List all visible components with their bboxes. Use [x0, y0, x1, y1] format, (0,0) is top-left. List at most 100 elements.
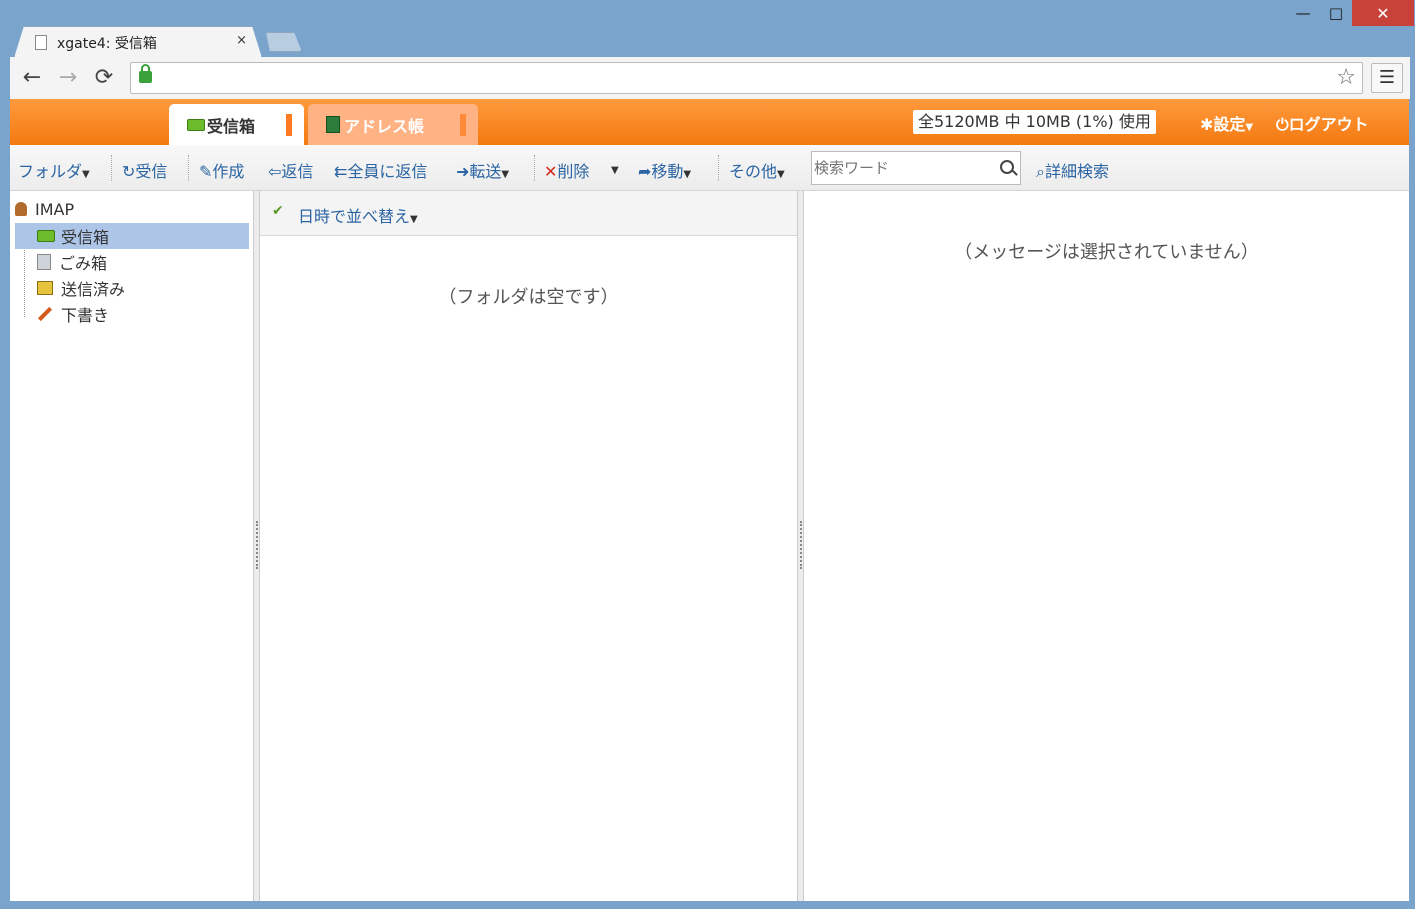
folder-item-sent[interactable]: 送信済み — [15, 275, 125, 301]
close-window-button[interactable]: ✕ — [1352, 0, 1414, 26]
folder-root[interactable]: IMAP — [15, 196, 74, 222]
divider — [534, 155, 535, 181]
tab-marker — [460, 114, 466, 136]
inbox-tray-icon — [37, 230, 55, 242]
settings-label: 設定 — [1213, 115, 1246, 134]
sort-bar: ✔ 日時で並べ替え▼ — [260, 191, 797, 236]
sent-folder-icon — [37, 281, 53, 295]
search-box — [811, 151, 1021, 185]
tab-inbox-label: 受信箱 — [207, 116, 256, 136]
lock-icon — [139, 64, 152, 83]
refresh-icon: ↻ — [122, 162, 136, 181]
folder-item-trash[interactable]: ごみ箱 — [15, 249, 107, 275]
logout-button[interactable]: ⏻ログアウト — [1276, 111, 1369, 135]
delete-button[interactable]: ✕削除 — [544, 158, 589, 182]
app-header: 受信箱 アドレス帳 全5120MB 中 10MB (1%) 使用 ✱設定▼ ⏻ロ… — [10, 99, 1409, 145]
divider — [718, 155, 719, 181]
no-message-selected: （メッセージは選択されていません） — [954, 242, 1259, 263]
chevron-down-icon: ▼ — [1245, 122, 1254, 133]
tab-address-label: アドレス帳 — [344, 116, 425, 136]
chevron-down-icon: ▼ — [82, 169, 90, 180]
address-book-icon — [326, 116, 340, 133]
reply-icon: ⇦ — [268, 162, 282, 181]
trash-icon — [37, 254, 51, 270]
splitter-grip — [800, 521, 802, 569]
delete-options-button[interactable]: ▼ — [611, 158, 619, 177]
message-preview-pane: （メッセージは選択されていません） — [804, 191, 1409, 901]
receive-label: 受信 — [135, 162, 168, 181]
receive-button[interactable]: ↻受信 — [122, 158, 167, 182]
empty-folder-message: （フォルダは空です） — [438, 287, 619, 308]
back-icon[interactable]: ← — [20, 65, 44, 91]
forward-icon[interactable]: → — [56, 65, 80, 91]
address-bar[interactable]: ☆ — [130, 62, 1363, 94]
advanced-search-label: 詳細検索 — [1044, 162, 1109, 181]
bookmark-star-icon[interactable]: ☆ — [1336, 65, 1356, 90]
action-toolbar: フォルダ▼ ↻受信 ✎作成 ⇦返信 ⇇全員に返信 ➜転送▼ ✕削除 ▼ ➦移動▼… — [10, 145, 1409, 191]
webmail-app: 受信箱 アドレス帳 全5120MB 中 10MB (1%) 使用 ✱設定▼ ⏻ロ… — [10, 99, 1409, 901]
move-button[interactable]: ➦移動▼ — [638, 158, 691, 182]
browser-tab[interactable]: xgate4: 受信箱 × — [14, 26, 262, 58]
settings-menu[interactable]: ✱設定▼ — [1200, 111, 1253, 135]
magnifier-icon: ⌕ — [1036, 162, 1045, 181]
user-account-icon — [15, 202, 27, 216]
reply-all-icon: ⇇ — [334, 162, 348, 181]
chevron-down-icon: ▼ — [611, 165, 619, 176]
page-icon — [35, 35, 47, 50]
browser-tab-title: xgate4: 受信箱 — [57, 36, 157, 52]
chevron-down-icon: ▼ — [777, 169, 785, 180]
folder-item-drafts[interactable]: 下書き — [15, 301, 109, 327]
pane-splitter[interactable] — [797, 191, 804, 901]
reply-button[interactable]: ⇦返信 — [268, 158, 313, 182]
tab-inbox[interactable]: 受信箱 — [169, 104, 304, 145]
pencil-icon — [37, 306, 53, 322]
checkmark-icon: ✔ — [272, 203, 284, 219]
message-list-pane: ✔ 日時で並べ替え▼ （フォルダは空です） — [260, 191, 797, 901]
tab-marker — [286, 114, 292, 136]
chevron-down-icon: ▼ — [501, 169, 510, 180]
sort-by-date-button[interactable]: 日時で並べ替え▼ — [298, 203, 418, 227]
forward-button[interactable]: ➜転送▼ — [456, 158, 509, 182]
quota-badge: 全5120MB 中 10MB (1%) 使用 — [913, 110, 1156, 134]
browser-toolbar: ← → ⟳ ☆ ☰ — [10, 57, 1410, 99]
browser-window: — □ ✕ xgate4: 受信箱 × ← → ⟳ ☆ ☰ 受信箱 アドレス帳 … — [0, 0, 1415, 909]
title-bar: — □ ✕ xgate4: 受信箱 × — [0, 0, 1415, 58]
new-tab-button[interactable] — [266, 32, 302, 52]
reply-label: 返信 — [281, 162, 314, 181]
advanced-search-button[interactable]: ⌕詳細検索 — [1036, 158, 1109, 182]
folder-root-label: IMAP — [35, 199, 75, 219]
compose-button[interactable]: ✎作成 — [199, 158, 244, 182]
forward-icon: ➜ — [456, 162, 470, 181]
pane-splitter[interactable] — [253, 191, 260, 901]
compose-label: 作成 — [212, 162, 245, 181]
inbox-tray-icon — [187, 118, 205, 131]
move-icon: ➦ — [638, 162, 652, 181]
delete-x-icon: ✕ — [544, 162, 558, 181]
close-tab-icon[interactable]: × — [236, 33, 247, 48]
folder-tree-pane: IMAP 受信箱 ごみ箱 送信済み 下書き — [10, 191, 253, 901]
sort-label: 日時で並べ替え — [298, 207, 411, 226]
browser-menu-icon[interactable]: ☰ — [1371, 63, 1403, 93]
power-icon: ⏻ — [1276, 115, 1289, 134]
chevron-down-icon: ▼ — [683, 169, 692, 180]
search-icon[interactable] — [1000, 160, 1014, 174]
folder-label: ごみ箱 — [59, 254, 108, 273]
reply-all-label: 全員に返信 — [347, 162, 428, 181]
chevron-down-icon: ▼ — [410, 214, 418, 225]
folder-label: 下書き — [61, 306, 110, 325]
folder-label: フォルダ — [18, 162, 83, 181]
reload-icon[interactable]: ⟳ — [92, 65, 116, 91]
other-label: その他 — [729, 162, 778, 181]
move-label: 移動 — [651, 162, 684, 181]
folder-item-inbox[interactable]: 受信箱 — [15, 223, 249, 249]
other-menu-button[interactable]: その他▼ — [729, 158, 785, 182]
search-input[interactable] — [814, 154, 992, 182]
tab-address-book[interactable]: アドレス帳 — [308, 104, 478, 145]
splitter-grip — [256, 521, 258, 569]
delete-label: 削除 — [557, 162, 590, 181]
folder-menu-button[interactable]: フォルダ▼ — [18, 158, 90, 182]
forward-label: 転送 — [469, 162, 502, 181]
divider — [111, 155, 112, 181]
folder-label: 送信済み — [61, 280, 126, 299]
reply-all-button[interactable]: ⇇全員に返信 — [334, 158, 427, 182]
